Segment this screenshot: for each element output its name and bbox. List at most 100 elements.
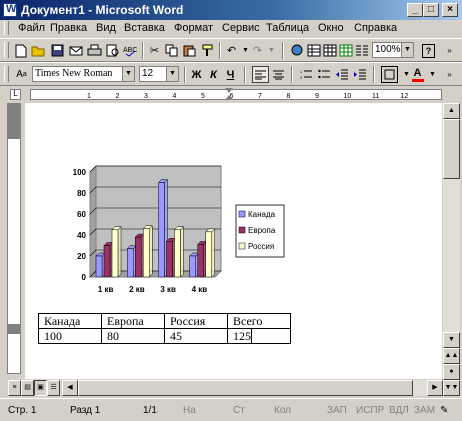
columns-icon[interactable] <box>353 42 370 59</box>
menu-insert[interactable]: Вставка <box>124 22 165 34</box>
tables-borders-icon[interactable] <box>305 42 322 59</box>
scroll-left-icon[interactable]: ◀ <box>62 380 78 396</box>
open-folder-icon[interactable] <box>30 42 47 59</box>
outline-view-icon[interactable]: ☰ <box>47 380 60 396</box>
chart-bar[interactable] <box>189 255 196 278</box>
menu-table[interactable]: Таблица <box>266 22 309 34</box>
status-ovr[interactable]: ЗАМ <box>414 405 435 416</box>
table-header-cell[interactable]: Канада <box>38 313 102 329</box>
bullets-icon[interactable] <box>315 66 332 83</box>
chart-bar[interactable] <box>135 236 142 278</box>
select-browse-object-icon[interactable]: ● <box>443 364 460 380</box>
save-icon[interactable] <box>49 42 66 59</box>
chart-bar[interactable] <box>95 255 103 278</box>
format-painter-icon[interactable] <box>199 42 216 59</box>
menu-view[interactable]: Вид <box>96 22 116 34</box>
chart-bar[interactable] <box>111 229 119 278</box>
table-cell[interactable]: 100 <box>38 328 102 344</box>
chevron-down-icon[interactable]: ▼ <box>401 43 413 57</box>
email-icon[interactable] <box>67 42 84 59</box>
status-rec[interactable]: ЗАП <box>327 405 347 416</box>
previous-page-icon[interactable]: ▲▲ <box>443 348 460 364</box>
print-layout-view-icon[interactable]: ▣ <box>34 380 47 396</box>
maximize-button[interactable]: □ <box>423 3 439 17</box>
normal-view-icon[interactable]: ≡ <box>8 380 21 396</box>
word-app-icon[interactable] <box>3 3 17 17</box>
cut-icon[interactable]: ✂ <box>146 42 163 59</box>
ruler-strip[interactable]: 1 2 3 4 5 6 7 8 9 10 11 12 <box>30 88 442 100</box>
chart-bar[interactable] <box>127 248 134 278</box>
chart-bar[interactable] <box>103 245 111 278</box>
italic-button[interactable]: К <box>205 66 222 83</box>
first-line-indent-marker[interactable] <box>225 88 233 93</box>
table-header-cell[interactable]: Всего <box>227 313 291 329</box>
copy-icon[interactable] <box>163 42 180 59</box>
increase-indent-icon[interactable] <box>351 66 368 83</box>
align-center-icon[interactable] <box>270 66 287 83</box>
decrease-indent-icon[interactable] <box>333 66 350 83</box>
insert-hyperlink-icon[interactable] <box>288 42 305 59</box>
left-indent-marker[interactable] <box>225 95 233 100</box>
menu-edit[interactable]: Правка <box>50 22 87 34</box>
menubar-grip[interactable] <box>4 21 9 35</box>
toolbar-grip[interactable] <box>4 42 9 58</box>
chart-bar[interactable] <box>166 241 173 278</box>
scroll-up-icon[interactable]: ▲ <box>443 103 460 119</box>
status-ext[interactable]: ВДЛ <box>389 405 409 416</box>
styles-icon[interactable]: Aa <box>13 66 30 83</box>
new-document-icon[interactable] <box>12 42 29 59</box>
scroll-right-icon[interactable]: ▶ <box>427 380 443 396</box>
paste-icon[interactable] <box>181 42 198 59</box>
spelling-icon[interactable]: ABC <box>121 42 138 59</box>
table-cell-active[interactable]: 125​ <box>227 328 291 344</box>
minimize-button[interactable]: _ <box>407 3 423 17</box>
spelling-status-icon[interactable]: ✎ <box>440 405 448 416</box>
embedded-chart[interactable]: 0 20 40 60 80 100 1 кв 2 кв 3 кв 4 кв Канада Европа… <box>60 163 310 298</box>
web-layout-view-icon[interactable]: ▤ <box>21 380 34 396</box>
menu-tools[interactable]: Сервис <box>222 22 260 34</box>
redo-dropdown-icon[interactable]: ▼ <box>263 42 280 59</box>
chart-bar[interactable] <box>174 229 181 278</box>
align-left-icon[interactable] <box>252 66 269 83</box>
font-name-combo[interactable]: Times New Roman ▼ <box>32 66 135 82</box>
toolbar-options-icon[interactable]: » <box>441 66 458 83</box>
outside-border-icon[interactable] <box>381 66 398 83</box>
horizontal-scrollbar[interactable]: ◀ ▶ <box>62 380 443 396</box>
table-cell[interactable]: 45 <box>164 328 228 344</box>
underline-button[interactable]: Ч <box>222 66 239 83</box>
numbering-icon[interactable]: 12 <box>297 66 314 83</box>
chart-bar[interactable] <box>197 244 204 278</box>
zoom-combo[interactable]: 100% ▼ <box>372 42 414 58</box>
menu-file[interactable]: Файл <box>18 22 45 34</box>
font-size-combo[interactable]: 12 ▼ <box>139 66 179 82</box>
chart-bar[interactable] <box>205 231 212 278</box>
data-table[interactable]: Канада Европа Россия Всего 100 80 45 125… <box>38 313 291 344</box>
menu-window[interactable]: Окно <box>318 22 344 34</box>
close-button[interactable]: × <box>442 3 458 17</box>
insert-table-icon[interactable] <box>321 42 338 59</box>
table-row-marker[interactable] <box>8 324 20 334</box>
insert-excel-icon[interactable] <box>337 42 354 59</box>
font-color-dropdown-icon[interactable]: ▼ <box>424 66 441 83</box>
scroll-thumb[interactable] <box>443 119 460 179</box>
toolbar-grip[interactable] <box>4 66 9 82</box>
chevron-down-icon[interactable]: ▼ <box>122 67 134 81</box>
table-header-cell[interactable]: Россия <box>164 313 228 329</box>
tab-selector-icon[interactable]: L <box>10 89 21 100</box>
status-trk[interactable]: ИСПР <box>356 405 384 416</box>
scroll-thumb[interactable] <box>78 380 413 396</box>
toolbar-options-icon[interactable]: » <box>441 42 458 59</box>
chart-bar[interactable] <box>143 228 150 278</box>
help-icon[interactable]: ? <box>420 42 437 59</box>
menu-help[interactable]: Справка <box>354 22 397 34</box>
scroll-down-icon[interactable]: ▼ <box>443 332 460 348</box>
table-cell[interactable]: 80 <box>101 328 165 344</box>
menu-format[interactable]: Формат <box>174 22 213 34</box>
next-page-icon[interactable]: ▼▼ <box>443 380 460 396</box>
bold-button[interactable]: Ж <box>188 66 205 83</box>
print-icon[interactable] <box>86 42 103 59</box>
vertical-ruler[interactable] <box>7 103 21 374</box>
vertical-scrollbar[interactable]: ▲ ▼ ▲▲ ● ▼▼ <box>443 103 460 396</box>
chart-bar[interactable] <box>158 182 165 278</box>
chevron-down-icon[interactable]: ▼ <box>166 67 178 81</box>
